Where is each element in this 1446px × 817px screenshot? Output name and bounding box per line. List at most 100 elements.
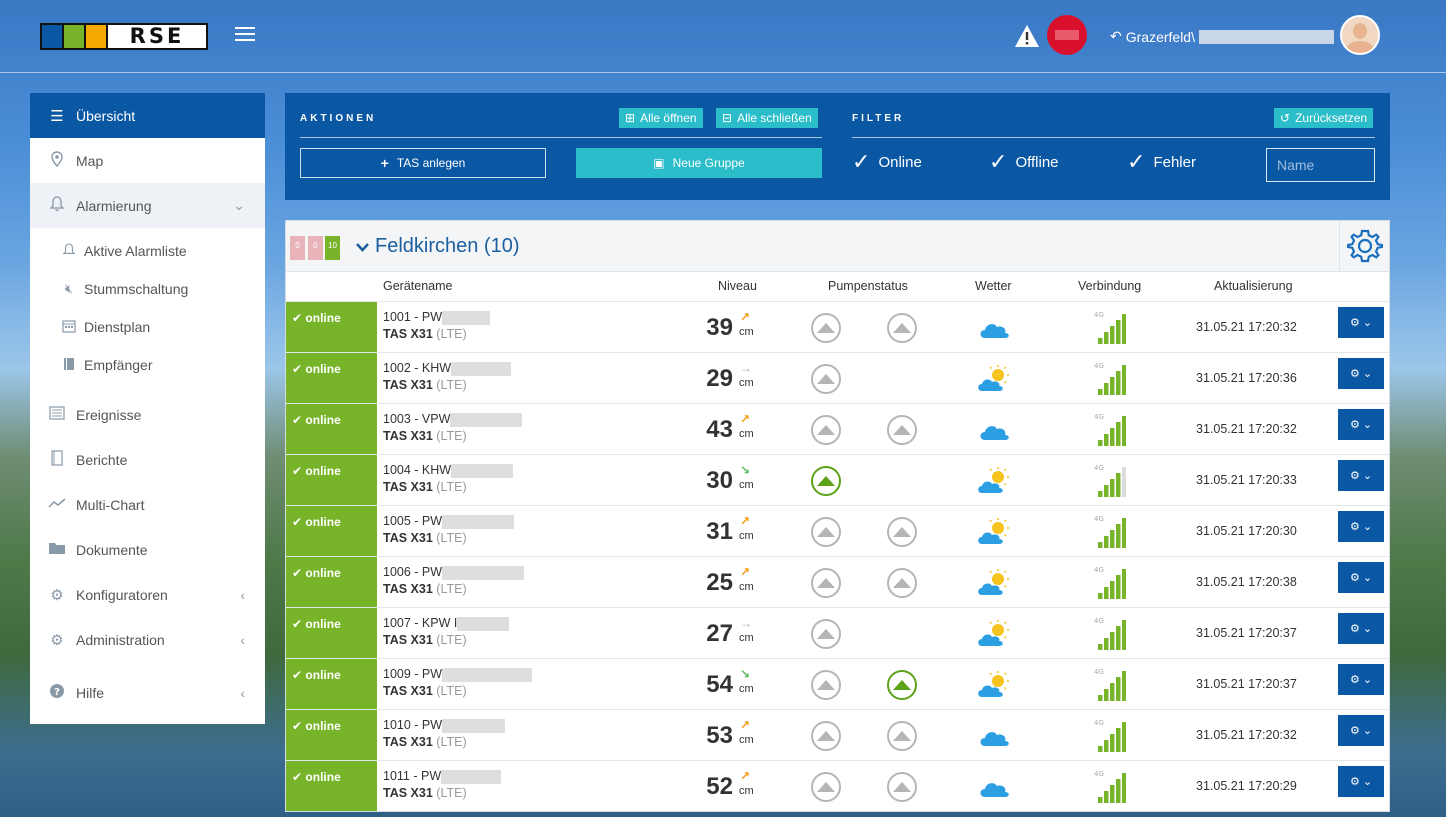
cogs-icon: ⚙ — [1349, 776, 1360, 788]
redacted-device-suffix — [442, 718, 506, 733]
check-icon: ✔ — [292, 362, 303, 376]
updated-timestamp: 31.05.21 17:20:32 — [1196, 320, 1297, 334]
sidebar-item-administration[interactable]: ⚙ Administration ‹ — [30, 617, 265, 662]
sidebar-item-multi-chart[interactable]: Multi-Chart — [30, 482, 265, 527]
sidebar-subitem-dienstplan[interactable]: Dienstplan — [30, 308, 265, 346]
check-icon: ✓ — [852, 149, 871, 174]
filter-error-label: Fehler — [1153, 153, 1196, 171]
row-settings-button[interactable]: ⚙ ⌄ — [1338, 511, 1384, 542]
gear-icon: ⚙ — [50, 631, 64, 649]
status-badge: ✔ online — [286, 761, 377, 811]
chevron-down-icon: ⌄ — [1362, 368, 1373, 380]
collapse-all-button[interactable]: ⊟ Alle schließen — [716, 108, 818, 128]
alarm-badge[interactable] — [1047, 15, 1087, 55]
table-row[interactable]: ✔ online 1011 - PW TAS X31 (LTE) 52 ↗ cm 4G 31.… — [286, 760, 1389, 811]
row-settings-button[interactable]: ⚙ ⌄ — [1338, 307, 1384, 338]
warning-icon[interactable] — [1014, 24, 1040, 48]
table-row[interactable]: ✔ online 1010 - PW TAS X31 (LTE) 53 ↗ cm 4G 31.… — [286, 709, 1389, 760]
device-name[interactable]: 1009 - PW — [383, 667, 533, 682]
sidebar-item-hilfe[interactable]: ? Hilfe ‹ — [30, 670, 265, 715]
device-name[interactable]: 1010 - PW — [383, 718, 506, 733]
svg-text:4G: 4G — [1094, 515, 1104, 523]
row-settings-button[interactable]: ⚙ ⌄ — [1338, 358, 1384, 389]
sidebar-subitem-stummschaltung[interactable]: 🔇︎ Stummschaltung — [30, 270, 265, 308]
device-name[interactable]: 1004 - KHW — [383, 463, 514, 478]
sidebar-item-label: Alarmierung — [76, 197, 152, 214]
sidebar-item-uebersicht[interactable]: ☰ Übersicht — [30, 93, 265, 138]
sidebar-subitem-aktive-alarmliste[interactable]: Aktive Alarmliste — [30, 232, 265, 270]
level-unit: cm — [739, 632, 754, 644]
row-settings-button[interactable]: ⚙ ⌄ — [1338, 715, 1384, 746]
table-row[interactable]: ✔ online 1006 - PW TAS X31 (LTE) 25 ↗ cm 4G 31.… — [286, 556, 1389, 607]
top-bar: RSE ↶ Grazerfeld\ — [0, 0, 1446, 73]
avatar[interactable] — [1340, 15, 1380, 55]
table-row[interactable]: ✔ online 1004 - KHW TAS X31 (LTE) 30 ↘ cm 4G 31… — [286, 454, 1389, 505]
cloud-icon — [976, 415, 1012, 445]
new-group-button[interactable]: ▣ Neue Gruppe — [576, 148, 822, 178]
table-row[interactable]: ✔ online 1002 - KHW TAS X31 (LTE) 29 → cm 4G 31… — [286, 352, 1389, 403]
reset-button[interactable]: ↺ Zurücksetzen — [1274, 108, 1374, 128]
sidebar-item-berichte[interactable]: Berichte — [30, 437, 265, 482]
expand-all-button[interactable]: ⊞ Alle öffnen — [619, 108, 703, 128]
sidebar-subitem-label: Empfänger — [84, 357, 153, 373]
sidebar-item-map[interactable]: Map — [30, 138, 265, 183]
pump-status-icon — [886, 414, 918, 446]
filter-error-checkbox[interactable]: ✓ Fehler — [1127, 151, 1196, 173]
user-link[interactable]: ↶ Grazerfeld\ — [1110, 28, 1334, 45]
row-settings-button[interactable]: ⚙ ⌄ — [1338, 664, 1384, 695]
status-badge: ✔ online — [286, 353, 377, 403]
table-row[interactable]: ✔ online 1003 - VPW TAS X31 (LTE) 43 ↗ cm 4G 31… — [286, 403, 1389, 454]
device-model-text: TAS X31 — [383, 684, 433, 698]
updated-timestamp: 31.05.21 17:20:32 — [1196, 422, 1297, 436]
sidebar-item-ereignisse[interactable]: Ereignisse — [30, 392, 265, 437]
sidebar-item-konfiguratoren[interactable]: ⚙ Konfiguratoren ‹ — [30, 572, 265, 617]
group-toggle[interactable]: Feldkirchen (10) — [356, 235, 520, 258]
row-settings-button[interactable]: ⚙ ⌄ — [1338, 562, 1384, 593]
cloud-icon — [976, 721, 1012, 751]
hamburger-menu-icon[interactable] — [235, 26, 255, 44]
sidebar-subitem-label: Stummschaltung — [84, 281, 189, 297]
sidebar-item-dokumente[interactable]: Dokumente — [30, 527, 265, 572]
sidebar-item-alarmierung[interactable]: Alarmierung ⌄ — [30, 183, 265, 228]
table-row[interactable]: ✔ online 1009 - PW TAS X31 (LTE) 54 ↘ cm 4G 31.… — [286, 658, 1389, 709]
table-row[interactable]: ✔ online 1005 - PW TAS X31 (LTE) 31 ↗ cm 4G 31.… — [286, 505, 1389, 556]
sidebar-item-label: Dokumente — [76, 541, 148, 558]
row-settings-button[interactable]: ⚙ ⌄ — [1338, 766, 1384, 797]
create-tas-button[interactable]: + TAS anlegen — [300, 148, 546, 178]
chevron-down-icon: ⌄ — [1362, 776, 1373, 788]
updated-timestamp: 31.05.21 17:20:38 — [1196, 575, 1297, 589]
group-settings-gear-icon[interactable] — [1339, 221, 1389, 271]
pump-status-icon — [886, 669, 918, 701]
group-header: 0 0 10 Feldkirchen (10) — [286, 221, 1389, 272]
level-unit: cm — [739, 326, 754, 338]
trend-arrow-icon: ↗ — [740, 718, 751, 732]
svg-text:?: ? — [54, 687, 60, 698]
level-value: 39 — [706, 314, 733, 341]
bell-icon — [60, 242, 78, 260]
device-network: (LTE) — [436, 633, 467, 647]
filter-online-checkbox[interactable]: ✓ Online — [852, 149, 922, 174]
device-name[interactable]: 1005 - PW — [383, 514, 515, 529]
device-name[interactable]: 1001 - PW — [383, 310, 491, 325]
name-filter-input[interactable] — [1266, 148, 1375, 182]
sidebar-subitem-empfaenger[interactable]: Empfänger — [30, 346, 265, 384]
calendar-icon — [60, 319, 78, 336]
device-name[interactable]: 1003 - VPW — [383, 412, 523, 427]
device-name[interactable]: 1007 - KPW I — [383, 616, 510, 631]
col-connection: Verbindung — [1078, 279, 1142, 293]
row-settings-button[interactable]: ⚙ ⌄ — [1338, 409, 1384, 440]
rse-logo[interactable]: RSE — [40, 23, 208, 50]
redacted-device-suffix — [442, 565, 525, 580]
device-model: TAS X31 (LTE) — [383, 786, 467, 800]
level-unit: cm — [739, 785, 754, 797]
row-settings-button[interactable]: ⚙ ⌄ — [1338, 460, 1384, 491]
device-name[interactable]: 1011 - PW — [383, 769, 502, 784]
device-name[interactable]: 1002 - KHW — [383, 361, 512, 376]
table-row[interactable]: ✔ online 1001 - PW TAS X31 (LTE) 39 ↗ cm 4G 31.… — [286, 301, 1389, 352]
device-name[interactable]: 1006 - PW — [383, 565, 525, 580]
table-row[interactable]: ✔ online 1007 - KPW I TAS X31 (LTE) 27 → cm 4G… — [286, 607, 1389, 658]
row-settings-button[interactable]: ⚙ ⌄ — [1338, 613, 1384, 644]
filter-offline-checkbox[interactable]: ✓ Offline — [989, 151, 1059, 173]
status-badge: ✔ online — [286, 710, 377, 760]
